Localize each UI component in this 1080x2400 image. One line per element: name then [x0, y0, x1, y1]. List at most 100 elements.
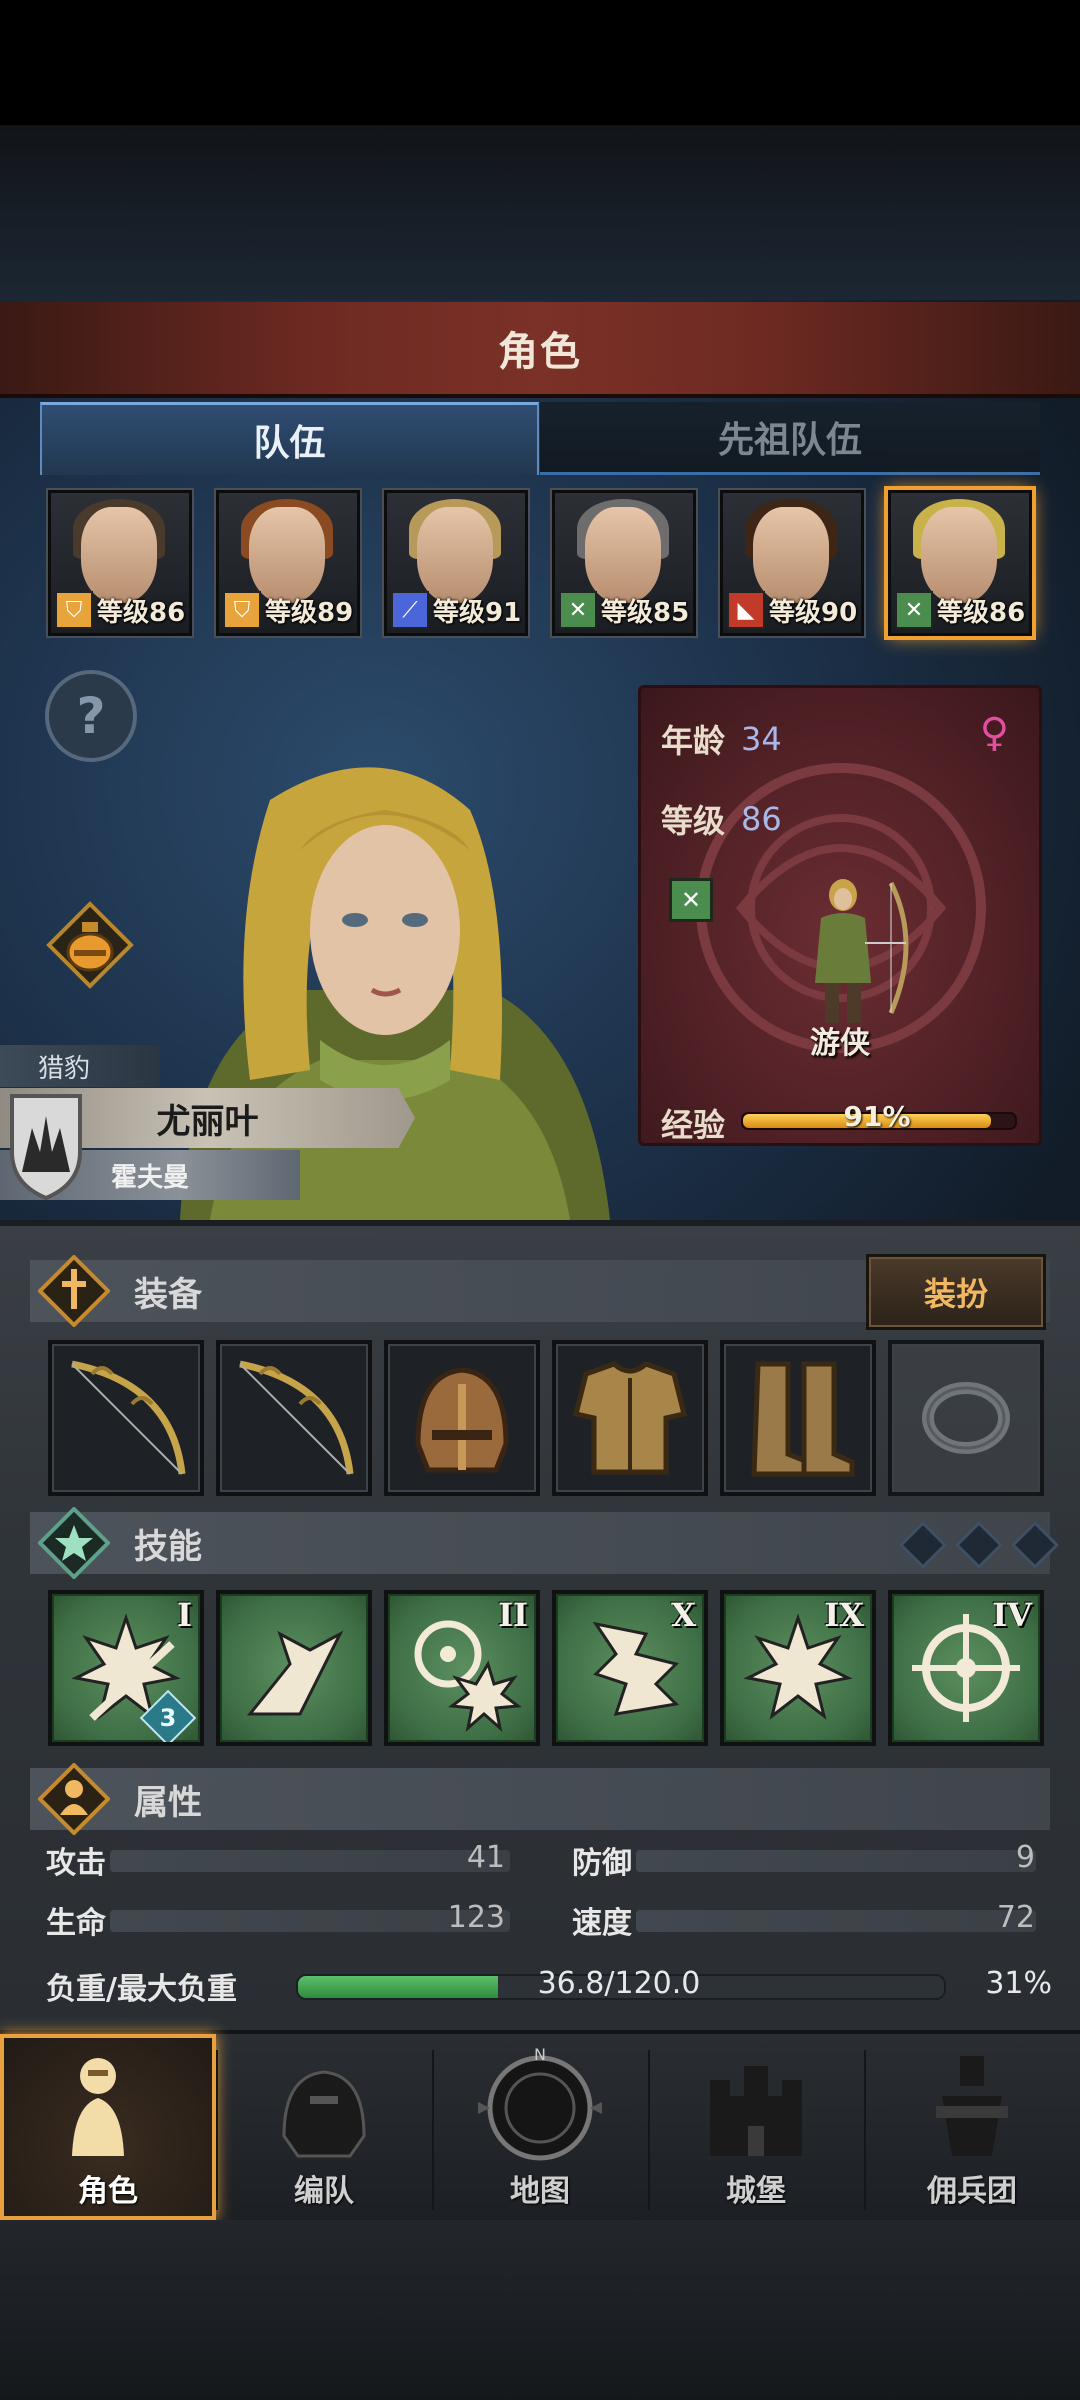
potion-button[interactable] — [45, 900, 135, 990]
sword-icon: ⟋ — [391, 591, 429, 629]
face — [753, 507, 829, 603]
party-member-portrait[interactable]: ⛉ 等级89 — [216, 490, 360, 636]
party-member-level: 等级90 — [769, 597, 858, 628]
party-member-portrait[interactable]: ✕ 等级85 — [552, 490, 696, 636]
bow-icon — [239, 1360, 354, 1475]
nav-label: 角色 — [78, 2174, 138, 2209]
dress-up-button[interactable]: 装扮 — [866, 1254, 1046, 1330]
shield-icon: ⛉ — [223, 591, 261, 629]
skill-slot[interactable]: X — [552, 1590, 708, 1746]
level-row: ◣ 等级90 — [727, 591, 857, 629]
knight-icon — [72, 2058, 124, 2156]
party-member-level: 等级91 — [433, 597, 522, 628]
party-member-level: 等级86 — [937, 597, 1026, 628]
skill-charge-count: 3 — [159, 1704, 177, 1732]
nav-label: 城堡 — [726, 2174, 786, 2209]
skills-header: 技能 — [30, 1507, 1050, 1579]
attack-label: 攻击 — [46, 1846, 106, 1881]
ring-icon — [922, 1382, 1010, 1454]
boots-icon — [751, 1361, 855, 1477]
skill-slot[interactable] — [216, 1590, 372, 1746]
hp-label: 生命 — [46, 1906, 106, 1941]
potion-icon — [46, 901, 134, 989]
empty-slot-diamond-icon — [898, 1520, 948, 1570]
crossed-arrows-icon: ✕ — [669, 878, 713, 922]
equipment-slot[interactable] — [720, 1340, 876, 1496]
nav-tab[interactable]: N 地图 — [432, 2034, 648, 2220]
helmet-formation-icon — [282, 2070, 366, 2158]
party-member-portrait[interactable]: ⟋ 等级91 — [384, 490, 528, 636]
party-member-level: 等级89 — [265, 597, 354, 628]
equipment-slot[interactable] — [48, 1340, 204, 1496]
wolf-icon: ◣ — [727, 591, 765, 629]
nav-tab[interactable]: 编队 — [216, 2034, 432, 2220]
header-strip — [0, 125, 1080, 300]
level-row: ⛉ 等级86 — [55, 591, 185, 629]
nav-label: 地图 — [510, 2174, 570, 2209]
level-row: ⟋ 等级91 — [391, 591, 521, 629]
nav-tab[interactable]: 城堡 — [648, 2034, 864, 2220]
dagger-icon — [38, 1255, 110, 1327]
equipment-slot[interactable] — [384, 1340, 540, 1496]
chest-armor-icon — [572, 1361, 688, 1475]
equipment-slot[interactable] — [552, 1340, 708, 1496]
skill-rank: X — [671, 1596, 696, 1634]
leap-skill-icon — [246, 1630, 344, 1716]
skill-rank: IX — [824, 1596, 864, 1634]
clan-shield-icon — [10, 1094, 82, 1201]
attributes-header: 属性 — [30, 1763, 1050, 1835]
equipment-title: 装备 — [134, 1274, 202, 1315]
svg-text:N: N — [534, 2046, 546, 2064]
person-icon — [38, 1763, 110, 1835]
mercenary-icon — [936, 2056, 1008, 2156]
castle-icon — [710, 2066, 802, 2156]
tab-ancestor-party[interactable]: 先祖队伍 — [540, 402, 1040, 475]
hp-value: 123 — [447, 1900, 505, 1935]
equipment-slot[interactable] — [888, 1340, 1044, 1496]
tab-party[interactable]: 队伍 — [40, 402, 539, 475]
bottom-bar — [0, 2220, 1080, 2400]
nav-label: 佣兵团 — [927, 2174, 1017, 2209]
trait-label: 猎豹 — [0, 1045, 160, 1087]
crossed-arrows-icon: ✕ — [559, 591, 597, 629]
party-member-level: 等级85 — [601, 597, 690, 628]
nav-divider — [648, 2050, 650, 2210]
load-label: 负重/最大负重 — [46, 1972, 237, 2007]
skill-slot[interactable]: II — [384, 1590, 540, 1746]
skill-slot[interactable]: IX — [720, 1590, 876, 1746]
crossed-arrows-icon: ✕ — [895, 591, 933, 629]
nav-tab[interactable]: 角色 — [0, 2034, 216, 2220]
skill-slot-indicators — [898, 1520, 1060, 1570]
nav-divider — [432, 2050, 434, 2210]
party-member-portrait[interactable]: ⛉ 等级86 — [48, 490, 192, 636]
star-emblem-icon — [38, 1507, 110, 1579]
nav-divider — [864, 2050, 866, 2210]
helmet-icon — [415, 1367, 509, 1473]
hero-portrait — [180, 767, 610, 1220]
load-value: 36.8/120.0 — [537, 1966, 701, 2001]
skill-rank: IV — [992, 1596, 1032, 1634]
party-member-portrait[interactable]: ◣ 等级90 — [720, 490, 864, 636]
bow-icon — [71, 1360, 186, 1475]
equipment-slot[interactable] — [216, 1340, 372, 1496]
empty-slot-diamond-icon — [1010, 1520, 1060, 1570]
face — [81, 507, 157, 603]
empty-slot-diamond-icon — [954, 1520, 1004, 1570]
skill-slot[interactable]: I3 — [48, 1590, 204, 1746]
class-name: 游侠 — [810, 1026, 870, 1061]
nav-divider — [216, 2050, 218, 2210]
load-percent: 31% — [985, 1966, 1052, 2001]
defense-value: 9 — [1015, 1840, 1035, 1875]
attack-value: 41 — [466, 1840, 505, 1875]
defense-label: 防御 — [572, 1846, 632, 1881]
level-row: ⛉ 等级89 — [223, 591, 353, 629]
skill-slot[interactable]: IV — [888, 1590, 1044, 1746]
party-member-level: 等级86 — [97, 597, 186, 628]
nav-tab[interactable]: 佣兵团 — [864, 2034, 1080, 2220]
help-button[interactable]: ? — [45, 670, 137, 762]
ranger-figure — [815, 879, 909, 1023]
party-member-portrait[interactable]: ✕ 等级86 — [888, 490, 1032, 636]
nav-label: 编队 — [294, 2174, 354, 2209]
skill-rank: II — [498, 1596, 528, 1634]
face — [249, 507, 325, 603]
